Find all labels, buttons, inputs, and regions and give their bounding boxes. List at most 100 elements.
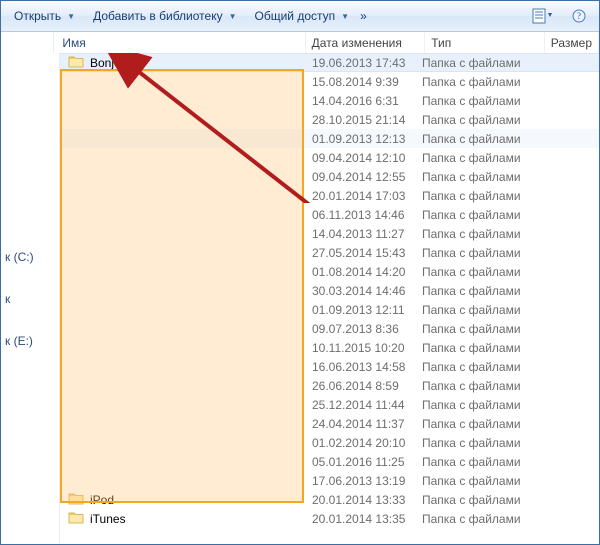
cell-date: 16.06.2013 14:58 (312, 360, 422, 374)
cell-name: Bonjour (60, 54, 312, 71)
add-to-library-label: Добавить в библиотеку (93, 9, 223, 23)
cell-name: iPod (60, 491, 312, 508)
cell-type: Папка с файлами (422, 227, 532, 241)
cell-date: 28.10.2015 21:14 (312, 113, 422, 127)
table-row[interactable]: 01.02.2014 20:10Папка с файлами (60, 433, 599, 452)
table-row[interactable]: 09.04.2014 12:55Папка с файлами (60, 167, 599, 186)
cell-date: 01.02.2014 20:10 (312, 436, 422, 450)
explorer-window: Открыть ▼ Добавить в библиотеку ▼ Общий … (0, 0, 600, 545)
column-header: Имя Дата изменения Тип Размер (1, 32, 599, 55)
cell-type: Папка с файлами (422, 75, 532, 89)
cell-type: Папка с файлами (422, 417, 532, 431)
table-row[interactable]: 17.06.2013 13:19Папка с файлами (60, 471, 599, 490)
sidebar-item[interactable]: к (C:) (5, 250, 59, 264)
cell-type: Папка с файлами (422, 246, 532, 260)
views-button[interactable] (525, 4, 561, 28)
cell-type: Папка с файлами (422, 265, 532, 279)
open-label: Открыть (14, 9, 61, 23)
table-row[interactable]: 24.04.2014 11:37Папка с файлами (60, 414, 599, 433)
cell-type: Папка с файлами (422, 398, 532, 412)
chevron-down-icon: ▼ (229, 12, 237, 21)
column-header-size[interactable]: Размер (545, 32, 599, 54)
table-row[interactable]: 06.11.2013 14:46Папка с файлами (60, 205, 599, 224)
table-row[interactable]: 26.06.2014 8:59Папка с файлами (60, 376, 599, 395)
file-list[interactable]: Bonjour19.06.2013 17:43Папка с файлами15… (60, 53, 599, 544)
cell-date: 09.07.2013 8:36 (312, 322, 422, 336)
column-header-type[interactable]: Тип (425, 32, 545, 54)
table-row[interactable]: 09.04.2014 12:10Папка с файлами (60, 148, 599, 167)
cell-date: 20.01.2014 13:35 (312, 512, 422, 526)
cell-date: 14.04.2016 6:31 (312, 94, 422, 108)
cell-date: 14.04.2013 11:27 (312, 227, 422, 241)
svg-text:?: ? (577, 11, 581, 21)
cell-type: Папка с файлами (422, 436, 532, 450)
cell-date: 20.01.2014 13:33 (312, 493, 422, 507)
cell-date: 25.12.2014 11:44 (312, 398, 422, 412)
table-row[interactable]: 05.01.2016 11:25Папка с файлами (60, 452, 599, 471)
table-row[interactable]: 01.08.2014 14:20Папка с файлами (60, 262, 599, 281)
sidebar-item[interactable]: к (5, 292, 59, 306)
cell-date: 01.09.2013 12:11 (312, 303, 422, 317)
cell-type: Папка с файлами (422, 94, 532, 108)
cell-type: Папка с файлами (422, 512, 532, 526)
folder-icon (68, 491, 84, 508)
table-row[interactable]: 14.04.2013 11:27Папка с файлами (60, 224, 599, 243)
cell-date: 01.08.2014 14:20 (312, 265, 422, 279)
file-name: iTunes (90, 512, 126, 526)
cell-type: Папка с файлами (422, 474, 532, 488)
cell-date: 01.09.2013 12:13 (312, 132, 422, 146)
cell-date: 17.06.2013 13:19 (312, 474, 422, 488)
table-row[interactable]: 28.10.2015 21:14Папка с файлами (60, 110, 599, 129)
cell-date: 09.04.2014 12:55 (312, 170, 422, 184)
cell-type: Папка с файлами (422, 170, 532, 184)
column-header-name[interactable]: Имя (54, 32, 305, 54)
cell-type: Папка с файлами (422, 56, 532, 70)
cell-type: Папка с файлами (422, 360, 532, 374)
table-row[interactable]: Bonjour19.06.2013 17:43Папка с файлами (60, 53, 599, 72)
cell-type: Папка с файлами (422, 341, 532, 355)
cell-type: Папка с файлами (422, 284, 532, 298)
column-header-date[interactable]: Дата изменения (306, 32, 426, 54)
table-row[interactable]: 09.07.2013 8:36Папка с файлами (60, 319, 599, 338)
table-row[interactable]: 14.04.2016 6:31Папка с файлами (60, 91, 599, 110)
toolbar: Открыть ▼ Добавить в библиотеку ▼ Общий … (1, 1, 599, 32)
table-row[interactable]: 25.12.2014 11:44Папка с файлами (60, 395, 599, 414)
folder-icon (68, 510, 84, 527)
sidebar-item[interactable]: к (E:) (5, 334, 59, 348)
table-row[interactable]: 01.09.2013 12:11Папка с файлами (60, 300, 599, 319)
table-row[interactable]: iTunes 20.01.2014 13:35Папка с файлами (60, 509, 599, 528)
cell-date: 30.03.2014 14:46 (312, 284, 422, 298)
table-row[interactable]: 30.03.2014 14:46Папка с файлами (60, 281, 599, 300)
cell-type: Папка с файлами (422, 189, 532, 203)
add-to-library-button[interactable]: Добавить в библиотеку ▼ (86, 6, 243, 26)
table-row[interactable]: 27.05.2014 15:43Папка с файлами (60, 243, 599, 262)
cell-name: iTunes (60, 510, 312, 527)
table-row[interactable]: iPod20.01.2014 13:33Папка с файлами (60, 490, 599, 509)
table-row[interactable]: 01.09.2013 12:13Папка с файлами (60, 129, 599, 148)
table-row[interactable]: 20.01.2014 17:03Папка с файлами (60, 186, 599, 205)
cell-date: 15.08.2014 9:39 (312, 75, 422, 89)
cell-date: 06.11.2013 14:46 (312, 208, 422, 222)
cell-type: Папка с файлами (422, 132, 532, 146)
table-row[interactable]: 16.06.2013 14:58Папка с файлами (60, 357, 599, 376)
chevron-down-icon: ▼ (67, 12, 75, 21)
cell-type: Папка с файлами (422, 379, 532, 393)
more-commands-icon[interactable]: » (360, 9, 367, 23)
cell-date: 09.04.2014 12:10 (312, 151, 422, 165)
help-button[interactable]: ? (565, 6, 593, 26)
cell-date: 10.11.2015 10:20 (312, 341, 422, 355)
folder-icon (68, 54, 84, 71)
cell-date: 27.05.2014 15:43 (312, 246, 422, 260)
table-row[interactable]: 15.08.2014 9:39Папка с файлами (60, 72, 599, 91)
open-button[interactable]: Открыть ▼ (7, 6, 82, 26)
cell-type: Папка с файлами (422, 151, 532, 165)
chevron-down-icon: ▼ (341, 12, 349, 21)
share-button[interactable]: Общий доступ ▼ (248, 6, 357, 26)
share-label: Общий доступ (255, 9, 336, 23)
cell-date: 24.04.2014 11:37 (312, 417, 422, 431)
help-icon: ? (572, 9, 586, 23)
table-row[interactable]: 10.11.2015 10:20Папка с файлами (60, 338, 599, 357)
cell-type: Папка с файлами (422, 303, 532, 317)
cell-date: 05.01.2016 11:25 (312, 455, 422, 469)
file-name: iPod (90, 493, 114, 507)
